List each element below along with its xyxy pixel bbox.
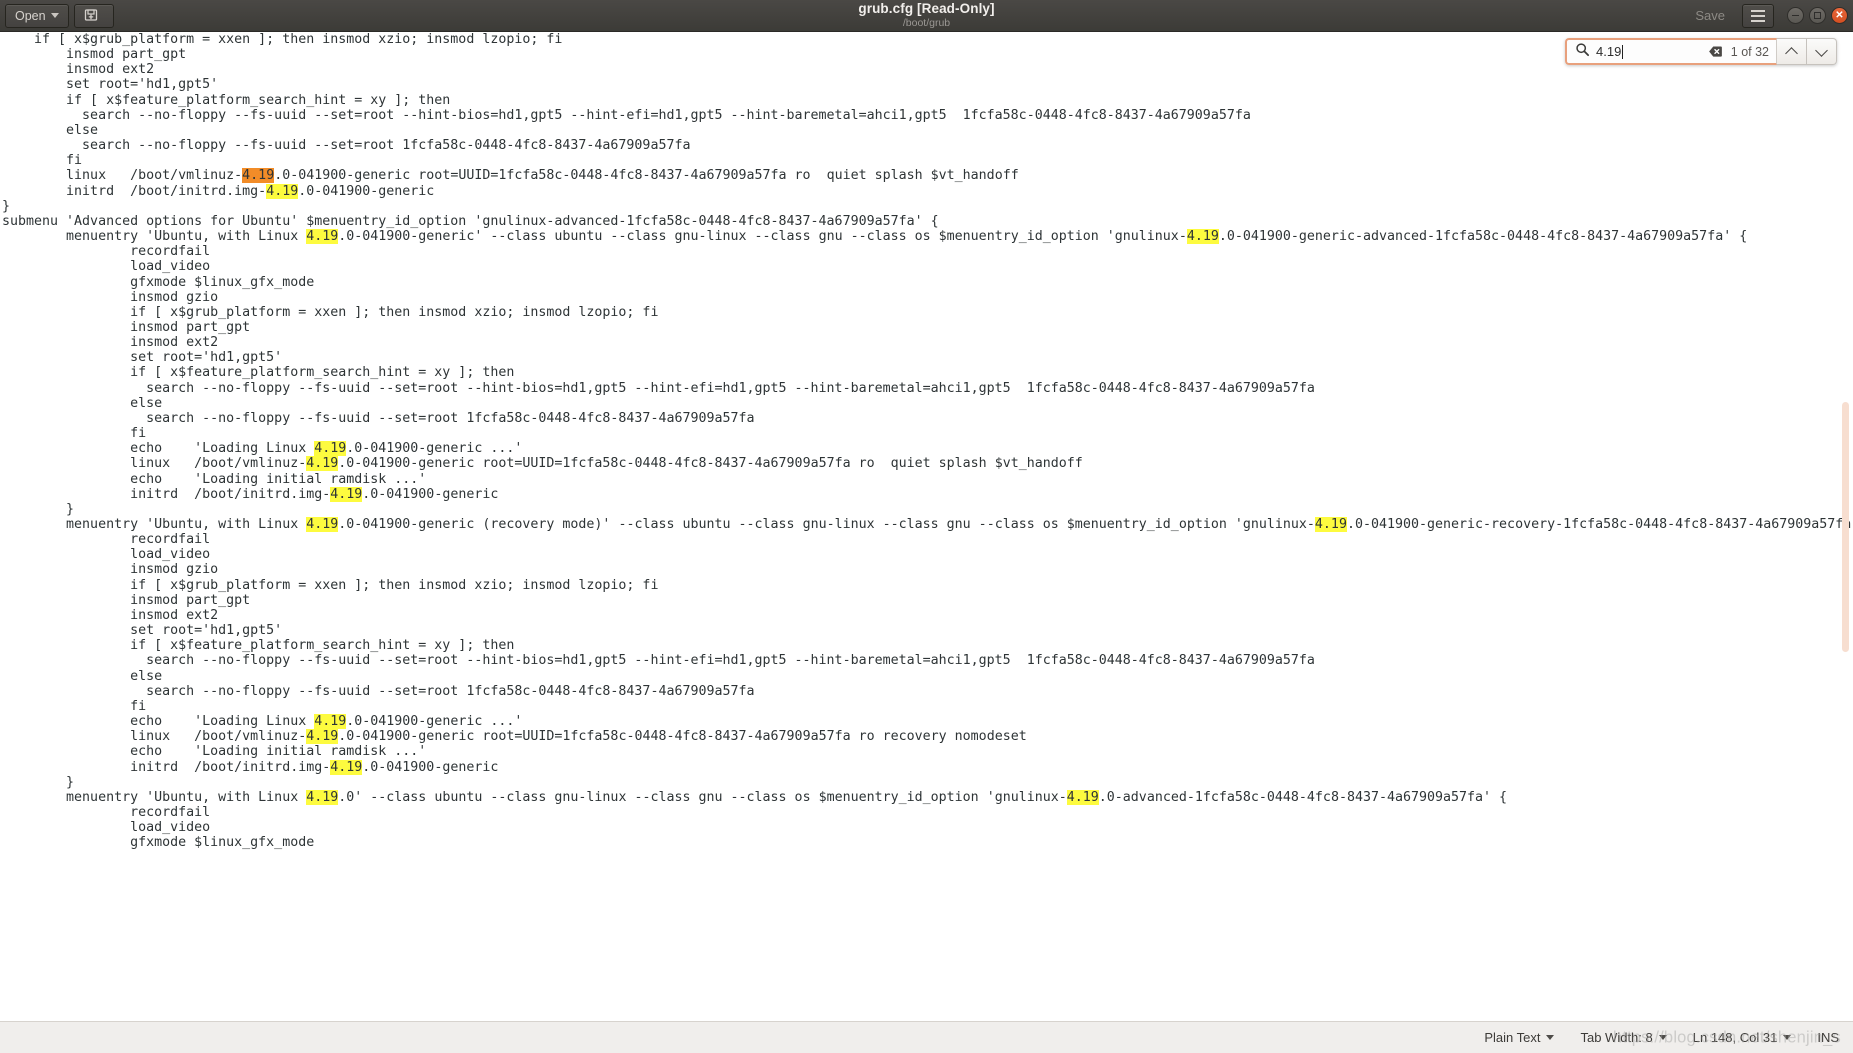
editor-body: if [ x$grub_platform = xxen ]; then insm… bbox=[0, 32, 1853, 1021]
chevron-down-icon bbox=[50, 13, 59, 18]
menu-button[interactable] bbox=[1742, 3, 1774, 28]
minimize-button[interactable] bbox=[1787, 7, 1804, 24]
source-code-content[interactable]: if [ x$grub_platform = xxen ]; then insm… bbox=[2, 32, 1853, 850]
tab-width-label: Tab Width: 8 bbox=[1580, 1030, 1653, 1045]
maximize-icon bbox=[1814, 12, 1821, 19]
cursor-position-selector[interactable]: Ln 148, Col 31 bbox=[1693, 1030, 1792, 1045]
chevron-down-icon bbox=[1658, 1035, 1667, 1040]
window-title-block: grub.cfg [Read-Only] /boot/grub bbox=[0, 0, 1853, 31]
page-title: grub.cfg [Read-Only] bbox=[858, 1, 995, 16]
chevron-down-icon bbox=[1783, 1035, 1792, 1040]
close-icon: ✕ bbox=[1835, 9, 1844, 21]
chevron-up-icon bbox=[1785, 46, 1798, 60]
chevron-down-icon bbox=[1815, 43, 1828, 57]
search-icon bbox=[1575, 42, 1590, 62]
scrollbar-thumb[interactable] bbox=[1842, 402, 1849, 652]
hamburger-menu-icon bbox=[1751, 9, 1765, 22]
clear-search-icon[interactable] bbox=[1708, 44, 1723, 59]
cursor-position-label: Ln 148, Col 31 bbox=[1692, 1030, 1778, 1045]
maximize-button[interactable] bbox=[1809, 7, 1826, 24]
titlebar-right-controls: Save ✕ bbox=[1683, 3, 1848, 28]
chevron-down-icon bbox=[1546, 1035, 1555, 1040]
new-document-icon bbox=[83, 7, 105, 25]
search-previous-button[interactable] bbox=[1777, 38, 1807, 65]
language-label: Plain Text bbox=[1484, 1030, 1541, 1045]
new-document-button[interactable] bbox=[73, 3, 114, 28]
vertical-scrollbar[interactable] bbox=[1837, 32, 1853, 1021]
minimize-icon bbox=[1792, 14, 1799, 17]
search-next-button[interactable] bbox=[1807, 38, 1837, 65]
insert-mode-label: INS bbox=[1817, 1030, 1839, 1045]
insert-mode-indicator: INS bbox=[1817, 1030, 1839, 1045]
close-button[interactable]: ✕ bbox=[1831, 7, 1848, 24]
search-query-text[interactable]: 4.19 bbox=[1596, 44, 1702, 59]
titlebar-left-controls: Open bbox=[5, 3, 114, 28]
status-bar: Plain Text Tab Width: 8 Ln 148, Col 31 I… bbox=[0, 1021, 1853, 1053]
tab-width-selector[interactable]: Tab Width: 8 bbox=[1580, 1030, 1667, 1045]
text-view[interactable]: if [ x$grub_platform = xxen ]; then insm… bbox=[0, 32, 1853, 1021]
search-match-count: 1 of 32 bbox=[1730, 44, 1769, 59]
search-bar: 4.19 1 of 32 bbox=[1565, 38, 1837, 65]
titlebar: Open grub.cfg [Read-Only] /boot/grub Sav… bbox=[0, 0, 1853, 32]
text-editor-window: Open grub.cfg [Read-Only] /boot/grub Sav… bbox=[0, 0, 1853, 1053]
search-input[interactable]: 4.19 1 of 32 bbox=[1565, 38, 1777, 65]
save-button[interactable]: Save bbox=[1683, 4, 1737, 28]
window-controls: ✕ bbox=[1787, 7, 1848, 24]
language-selector[interactable]: Plain Text bbox=[1484, 1030, 1555, 1045]
open-button-label: Open bbox=[15, 8, 46, 23]
open-button[interactable]: Open bbox=[5, 3, 69, 28]
file-path-subtitle: /boot/grub bbox=[902, 16, 951, 29]
